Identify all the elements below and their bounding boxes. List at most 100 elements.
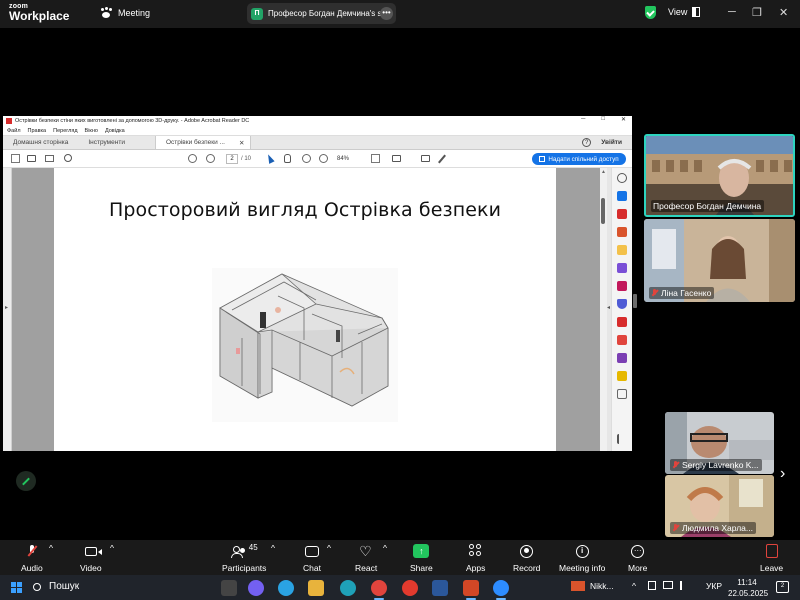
export-icon[interactable]: [617, 335, 627, 345]
chrome-icon[interactable]: [371, 580, 387, 600]
chat-options-caret[interactable]: ^: [327, 543, 331, 553]
previous-page-icon[interactable]: [188, 154, 197, 163]
create-pdf-icon[interactable]: [617, 191, 627, 201]
send-files-icon[interactable]: [617, 371, 627, 381]
share-button[interactable]: ↑ Share: [410, 543, 433, 573]
encryption-shield-icon[interactable]: [645, 6, 656, 19]
zoom-tool-icon[interactable]: [617, 173, 627, 183]
video-button[interactable]: Video: [80, 543, 102, 573]
show-hidden-icons-chevron[interactable]: ^: [632, 581, 636, 591]
zoom-app-icon[interactable]: [493, 580, 509, 600]
meeting-info-button[interactable]: i Meeting info: [559, 543, 605, 573]
fill-sign-icon[interactable]: [617, 281, 627, 291]
menu-file[interactable]: Файл: [7, 128, 21, 134]
help-icon[interactable]: ?: [582, 138, 592, 147]
next-page-icon[interactable]: [206, 154, 215, 163]
organize-pages-icon[interactable]: [617, 227, 627, 237]
notification-center-icon[interactable]: 2: [776, 581, 789, 593]
participant-tile[interactable]: Sergiy Lavrenko K...: [665, 412, 774, 474]
export-pdf-icon[interactable]: [617, 209, 627, 219]
record-button[interactable]: Record: [513, 543, 540, 573]
participant-tile[interactable]: Ліна Гасенко: [644, 219, 795, 302]
protect-icon[interactable]: [617, 299, 627, 309]
language-indicator[interactable]: УКР: [706, 581, 722, 591]
share-document-button[interactable]: Надати спільний доступ: [532, 153, 626, 165]
sign-in-button[interactable]: Увійти: [601, 139, 622, 146]
minimize-button[interactable]: ─: [728, 6, 736, 18]
vertical-scrollbar[interactable]: ▲: [600, 168, 607, 451]
menu-view[interactable]: Перегляд: [53, 128, 77, 134]
screen-share-indicator[interactable]: П Професор Богдан Демчина's sc •••: [247, 3, 396, 24]
expand-left-panel-icon[interactable]: ▸: [5, 304, 8, 311]
task-view-icon[interactable]: [221, 580, 237, 596]
acrobat-maximize-button[interactable]: □: [601, 116, 605, 123]
zoom-out-icon[interactable]: [302, 154, 311, 163]
keyboard-icon[interactable]: [663, 581, 673, 589]
combine-files-icon[interactable]: [617, 263, 627, 273]
left-panel-collapsed[interactable]: ▸: [3, 168, 12, 451]
menu-window[interactable]: Вікно: [85, 128, 98, 134]
view-button[interactable]: View: [668, 7, 701, 17]
participant-tile[interactable]: Людмила Харла...: [665, 475, 774, 537]
network-icon[interactable]: [648, 581, 656, 590]
menu-edit[interactable]: Правка: [28, 128, 47, 134]
system-clock[interactable]: 11:14 22.05.2025: [728, 577, 768, 599]
audio-button[interactable]: Audio: [21, 543, 43, 573]
menu-help[interactable]: Довідка: [105, 128, 125, 134]
zoom-level-select[interactable]: 84%: [337, 154, 364, 164]
hand-tool-icon[interactable]: [284, 154, 291, 163]
telegram-icon[interactable]: [278, 580, 294, 596]
scrollbar-thumb[interactable]: [601, 198, 605, 224]
save-icon[interactable]: [11, 154, 20, 163]
expand-tools-icon[interactable]: [617, 434, 627, 444]
tab-document[interactable]: Острівки безпеки ... ✕: [154, 136, 252, 149]
close-button[interactable]: ✕: [779, 6, 788, 19]
taskbar-search[interactable]: Пошук: [33, 581, 79, 592]
annotate-button[interactable]: [16, 471, 36, 491]
scroll-up-icon[interactable]: ▲: [601, 169, 606, 175]
scroll-mode-icon[interactable]: [392, 155, 401, 162]
volume-icon[interactable]: [680, 581, 689, 590]
audio-options-caret[interactable]: ^: [49, 543, 53, 553]
pinned-app[interactable]: Nikk...: [571, 581, 614, 591]
video-options-caret[interactable]: ^: [110, 543, 114, 553]
more-tools-icon[interactable]: [617, 389, 627, 399]
participants-button[interactable]: 45 Participants: [222, 543, 266, 574]
zoom-in-icon[interactable]: [319, 154, 328, 163]
chat-button[interactable]: Chat: [303, 543, 321, 573]
leave-button[interactable]: Leave: [760, 543, 783, 573]
acrobat-close-button[interactable]: ✕: [621, 116, 626, 123]
close-tab-icon[interactable]: ✕: [239, 139, 244, 147]
file-explorer-icon[interactable]: [308, 580, 324, 596]
next-page-arrow-icon[interactable]: ›: [780, 465, 785, 483]
send-for-signature-icon[interactable]: [617, 353, 627, 363]
fit-page-icon[interactable]: [371, 154, 380, 163]
participants-options-caret[interactable]: ^: [271, 543, 275, 553]
apps-button[interactable]: Apps: [466, 543, 485, 573]
edge-icon[interactable]: [340, 580, 356, 596]
opera-icon[interactable]: [402, 580, 418, 596]
comment-icon[interactable]: [421, 155, 430, 162]
more-options-icon[interactable]: •••: [380, 7, 393, 20]
more-button[interactable]: … More: [628, 543, 647, 573]
participant-tile-active-speaker[interactable]: Професор Богдан Демчина: [644, 134, 795, 217]
tab-tools[interactable]: Інструменти: [78, 136, 135, 149]
email-icon[interactable]: [45, 155, 54, 162]
powerpoint-icon[interactable]: [463, 580, 479, 600]
search-icon[interactable]: [64, 154, 72, 162]
acrobat-minimize-button[interactable]: ─: [581, 116, 585, 123]
word-icon[interactable]: [432, 580, 448, 596]
panel-resize-handle[interactable]: [633, 294, 637, 308]
page-number-input[interactable]: 2: [226, 154, 238, 164]
react-button[interactable]: ♡ React: [355, 543, 377, 573]
highlight-pen-icon[interactable]: [438, 154, 446, 164]
maximize-button[interactable]: ❐: [752, 6, 762, 19]
viber-icon[interactable]: [248, 580, 264, 596]
windows-start-icon[interactable]: [11, 582, 22, 593]
edit-pdf-icon[interactable]: [617, 317, 627, 327]
collapse-right-panel-icon[interactable]: ◂: [607, 304, 610, 311]
print-icon[interactable]: [27, 155, 36, 162]
meeting-tab[interactable]: Meeting: [100, 7, 150, 19]
select-cursor-icon[interactable]: [265, 153, 275, 164]
react-options-caret[interactable]: ^: [383, 543, 387, 553]
